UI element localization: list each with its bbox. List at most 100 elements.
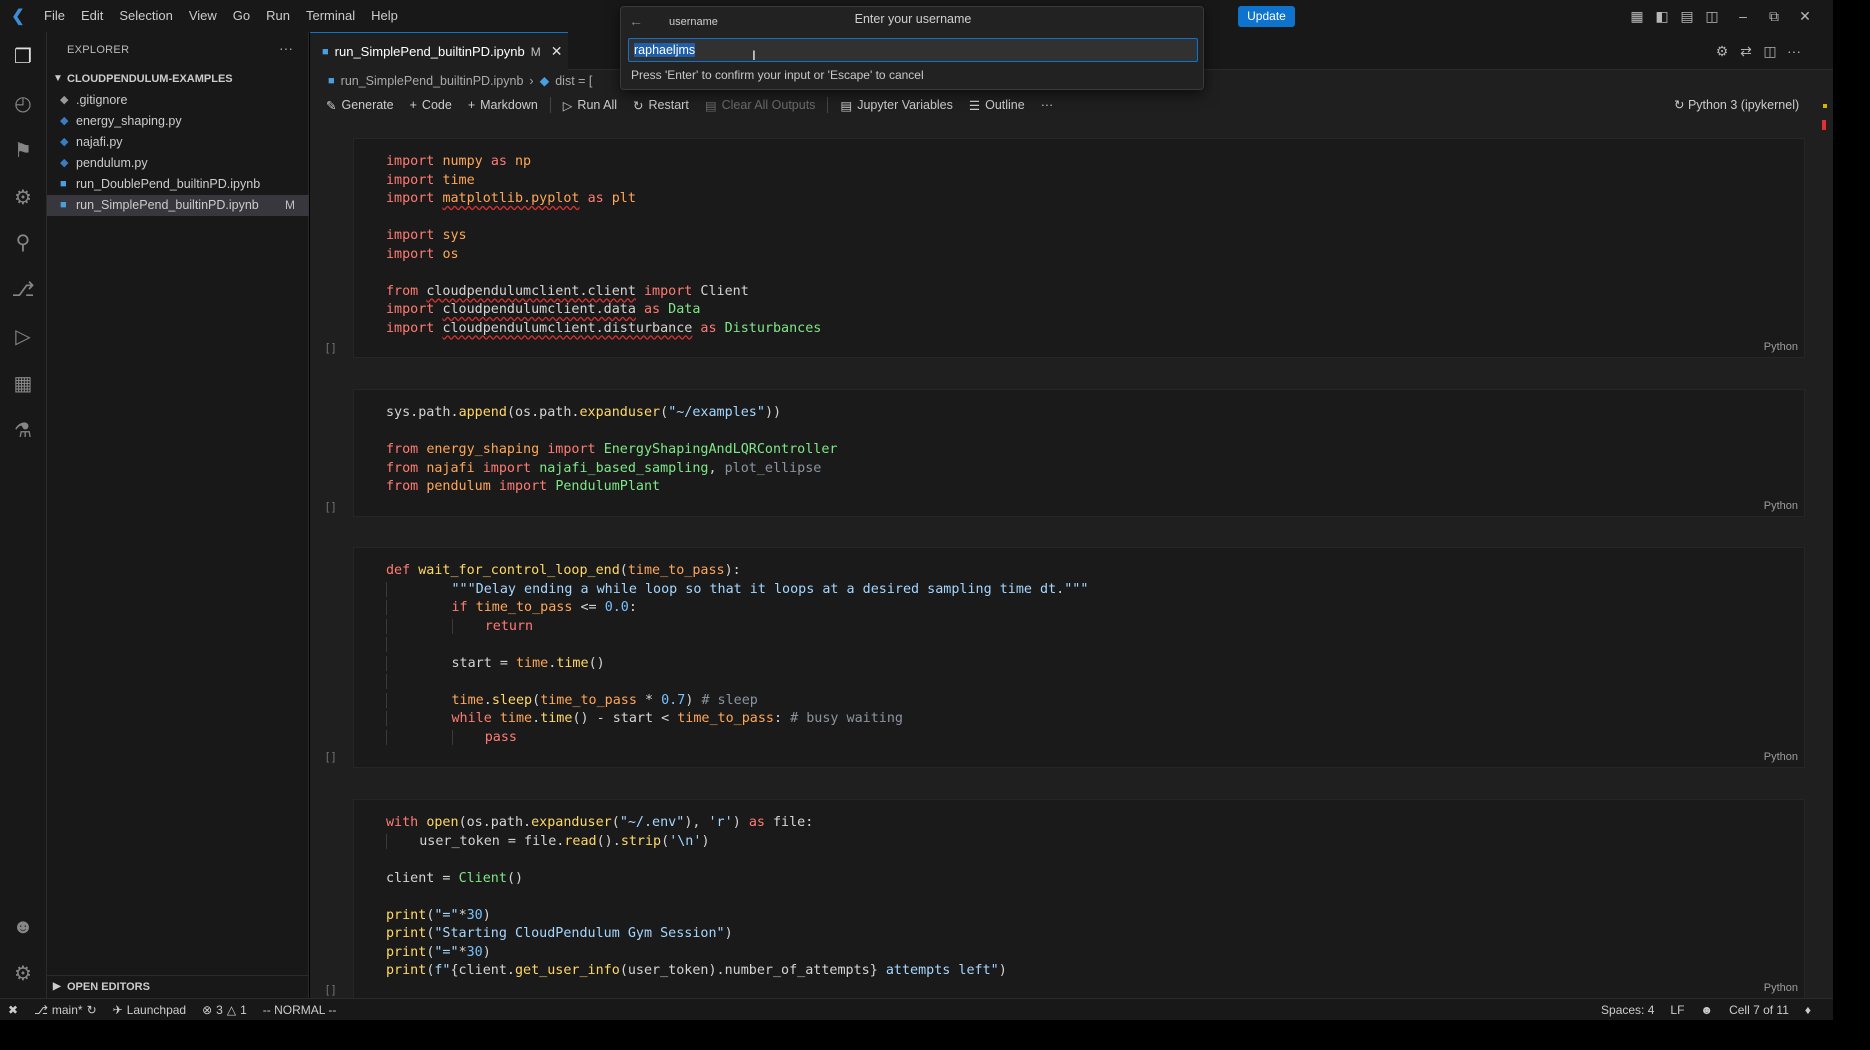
- vscode-logo-icon: ❮: [11, 8, 25, 25]
- restart-label: Restart: [648, 98, 689, 112]
- kernel-label: Python 3 (ipykernel): [1687, 98, 1800, 112]
- cell-language[interactable]: Python: [1764, 500, 1798, 512]
- file-name: run_SimplePend_builtinPD.ipynb: [76, 198, 259, 212]
- symbol-icon: ◆: [539, 74, 550, 88]
- split-editor-icon[interactable]: ◫: [1761, 42, 1779, 60]
- cell-code[interactable]: def wait_for_control_loop_end(time_to_pa…: [354, 548, 1804, 747]
- cell-language[interactable]: Python: [1764, 751, 1798, 763]
- file-name: pendulum.py: [76, 156, 148, 170]
- cell-language[interactable]: Python: [1764, 341, 1798, 353]
- cell-language[interactable]: Python: [1764, 982, 1798, 994]
- code-cell[interactable]: def wait_for_control_loop_end(time_to_pa…: [353, 547, 1805, 768]
- cell-code[interactable]: import numpy as np import time import ma…: [354, 139, 1804, 338]
- notifications-bell-icon[interactable]: ♦: [1797, 1003, 1819, 1017]
- more-toolbar-button[interactable]: ···: [1033, 92, 1062, 118]
- breadcrumb-file[interactable]: run_SimplePend_builtinPD.ipynb: [341, 70, 524, 92]
- toggle-secondary-sidebar-icon[interactable]: ◫: [1704, 8, 1720, 24]
- update-button[interactable]: Update: [1238, 6, 1295, 27]
- clear-outputs-button[interactable]: ▤ Clear All Outputs: [697, 92, 824, 118]
- menu-run[interactable]: Run: [258, 0, 298, 32]
- run-all-button[interactable]: ▷ Run All: [555, 92, 625, 118]
- status-bar: ✖ ⎇ main* ↻ ✈ Launchpad ⊗ 3 △ 1 -- NORMA…: [0, 998, 1833, 1020]
- bookmark-icon[interactable]: ⚑: [8, 136, 38, 166]
- more-actions-icon[interactable]: ···: [1785, 42, 1803, 60]
- gear-icon[interactable]: ⚙: [1713, 42, 1731, 60]
- variables-label: Jupyter Variables: [857, 98, 953, 112]
- branch-indicator[interactable]: ⎇ main* ↻: [26, 1003, 105, 1017]
- menu-view[interactable]: View: [181, 0, 225, 32]
- close-window-icon[interactable]: ✕: [1797, 8, 1813, 24]
- kernel-picker[interactable]: ↻ Python 3 (ipykernel): [1674, 92, 1799, 118]
- file-item[interactable]: ■ run_DoublePend_builtinPD.ipynb: [47, 174, 309, 195]
- cell-position[interactable]: Cell 7 of 11: [1721, 1003, 1797, 1017]
- testing-icon[interactable]: ⚗: [8, 416, 38, 446]
- source-control-icon[interactable]: ⎇: [8, 275, 38, 305]
- tab-notebook[interactable]: ■ run_SimplePend_builtinPD.ipynb M ✕: [310, 32, 568, 70]
- variables-button[interactable]: ▤ Jupyter Variables: [832, 92, 960, 118]
- cell-code[interactable]: with open(os.path.expanduser("~/.env"), …: [354, 800, 1804, 981]
- breadcrumb: ■ run_SimplePend_builtinPD.ipynb › ◆ dis…: [328, 70, 592, 92]
- launchpad-item[interactable]: ✈ Launchpad: [105, 1003, 194, 1017]
- compare-icon[interactable]: ⇄: [1737, 42, 1755, 60]
- restore-icon[interactable]: ⧉: [1766, 8, 1782, 24]
- code-cell[interactable]: sys.path.append(os.path.expanduser("~/ex…: [353, 389, 1805, 517]
- search-icon[interactable]: ⚲: [8, 228, 38, 258]
- toggle-panel-icon[interactable]: ▤: [1679, 8, 1695, 24]
- sparkle-icon: ✎: [326, 98, 337, 113]
- folder-header[interactable]: ▼ CLOUDPENDULUM-EXAMPLES: [47, 68, 309, 90]
- customize-layout-icon[interactable]: ▦: [1629, 8, 1645, 24]
- screen-border: [1833, 0, 1870, 1050]
- kernel-icon: ↻: [1674, 98, 1685, 112]
- menu-selection[interactable]: Selection: [111, 0, 180, 32]
- branch-name: main*: [51, 1002, 83, 1017]
- accounts-icon[interactable]: ☻: [8, 912, 38, 942]
- open-editors-header[interactable]: ▶ OPEN EDITORS: [47, 975, 309, 997]
- screen-border: [0, 1020, 1870, 1050]
- problems-indicator[interactable]: ⊗ 3 △ 1: [194, 1003, 255, 1017]
- file-item[interactable]: ◆ .gitignore: [47, 90, 309, 111]
- username-input[interactable]: raphaeljms: [628, 38, 1198, 62]
- menu-terminal[interactable]: Terminal: [298, 0, 363, 32]
- generate-button[interactable]: ✎ Generate: [318, 92, 402, 118]
- remote-explorer-icon[interactable]: ⚙: [8, 183, 38, 213]
- add-code-button[interactable]: + Code: [402, 92, 460, 118]
- file-item-selected[interactable]: ■ run_SimplePend_builtinPD.ipynb M: [47, 195, 309, 216]
- copilot-icon[interactable]: ☻: [1692, 1003, 1721, 1017]
- remote-icon[interactable]: ✖: [0, 1003, 26, 1017]
- toggle-primary-sidebar-icon[interactable]: ◧: [1654, 8, 1670, 24]
- file-item[interactable]: ◆ najafi.py: [47, 132, 309, 153]
- breadcrumb-symbol[interactable]: dist = [: [555, 70, 592, 92]
- modified-badge: M: [285, 198, 295, 212]
- error-count: 3: [216, 1002, 223, 1017]
- menu-go[interactable]: Go: [225, 0, 258, 32]
- notebook-file-icon: ■: [322, 45, 329, 58]
- run-all-label: Run All: [577, 98, 618, 112]
- run-debug-icon[interactable]: ▷: [8, 322, 38, 352]
- error-icon: ⊗: [202, 1002, 213, 1017]
- menu-file[interactable]: File: [36, 0, 73, 32]
- menu-help[interactable]: Help: [363, 0, 406, 32]
- overview-ruler-error: [1822, 120, 1826, 130]
- outline-button[interactable]: ☰ Outline: [961, 92, 1033, 118]
- add-markdown-button[interactable]: + Markdown: [460, 92, 546, 118]
- timeline-icon[interactable]: ◴: [8, 89, 38, 119]
- menu-edit[interactable]: Edit: [73, 0, 111, 32]
- code-cell[interactable]: import numpy as np import time import ma…: [353, 138, 1805, 358]
- notebook-file-icon: ■: [60, 199, 67, 211]
- restart-button[interactable]: ↻ Restart: [625, 92, 697, 118]
- cell-code[interactable]: sys.path.append(os.path.expanduser("~/ex…: [354, 390, 1804, 497]
- indentation[interactable]: Spaces: 4: [1593, 1003, 1662, 1017]
- file-item[interactable]: ◆ pendulum.py: [47, 153, 309, 174]
- variables-icon: ▤: [840, 98, 853, 113]
- generate-label: Generate: [341, 98, 394, 112]
- explorer-icon[interactable]: ❐: [8, 42, 38, 72]
- manage-gear-icon[interactable]: ⚙: [8, 959, 38, 989]
- more-actions-icon[interactable]: ···: [279, 40, 293, 56]
- activity-bar: ❐ ◴ ⚑ ⚙ ⚲ ⎇ ▷ ▦ ⚗ ☻ ⚙: [0, 32, 47, 998]
- close-icon[interactable]: ✕: [551, 43, 563, 60]
- file-item[interactable]: ◆ energy_shaping.py: [47, 111, 309, 132]
- code-cell[interactable]: with open(os.path.expanduser("~/.env"), …: [353, 799, 1805, 999]
- end-of-line[interactable]: LF: [1662, 1003, 1692, 1017]
- extensions-icon[interactable]: ▦: [8, 369, 38, 399]
- minimize-icon[interactable]: –: [1735, 8, 1751, 24]
